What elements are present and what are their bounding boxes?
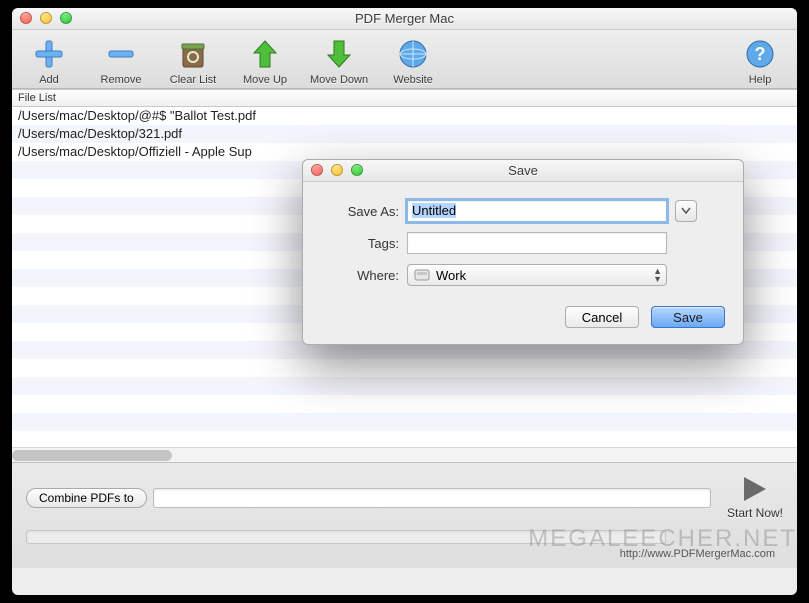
horizontal-scrollbar[interactable] [12,447,797,462]
remove-label: Remove [101,74,142,86]
list-item[interactable]: /Users/mac/Desktop/321.pdf [12,125,797,143]
minus-icon [103,36,139,72]
svg-text:?: ? [755,44,766,64]
help-icon: ? [742,36,778,72]
expand-button[interactable] [675,200,697,222]
recycle-bin-icon [175,36,211,72]
window-title: PDF Merger Mac [355,11,454,26]
help-label: Help [749,74,772,86]
dialog-title: Save [508,163,538,178]
save-as-input[interactable]: Untitled [407,200,667,222]
globe-icon [395,36,431,72]
website-button[interactable]: Website [386,36,440,86]
close-icon[interactable] [20,12,32,24]
tags-input[interactable] [407,232,667,254]
dialog-traffic-lights [311,164,363,176]
dialog-zoom-icon[interactable] [351,164,363,176]
tags-label: Tags: [321,236,399,251]
select-arrows-icon: ▲▼ [653,267,662,283]
zoom-icon[interactable] [60,12,72,24]
list-item[interactable] [12,431,797,447]
file-list-header[interactable]: File List [12,90,797,107]
output-path-input[interactable] [153,488,711,508]
move-down-label: Move Down [310,74,368,86]
toolbar: Add Remove Clear List Move Up Move Down [12,30,797,89]
clear-list-label: Clear List [170,74,216,86]
traffic-lights [20,12,72,24]
website-label: Website [393,74,433,86]
add-button[interactable]: Add [22,36,76,86]
arrow-down-icon [321,36,357,72]
move-up-button[interactable]: Move Up [238,36,292,86]
minimize-icon[interactable] [40,12,52,24]
dialog-minimize-icon[interactable] [331,164,343,176]
list-item[interactable]: /Users/mac/Desktop/@#$ "Ballot Test.pdf [12,107,797,125]
move-up-label: Move Up [243,74,287,86]
combine-pdfs-button[interactable]: Combine PDFs to [26,488,147,508]
start-now-label[interactable]: Start Now! [727,506,783,520]
watermark-text: MEGALEECHER.NET [528,525,797,553]
arrow-up-icon [247,36,283,72]
list-item[interactable] [12,377,797,395]
help-button[interactable]: ? Help [733,36,787,86]
list-item[interactable] [12,413,797,431]
save-button[interactable]: Save [651,306,725,328]
cancel-button[interactable]: Cancel [565,306,639,328]
add-label: Add [39,74,59,86]
save-as-label: Save As: [321,204,399,219]
dialog-titlebar[interactable]: Save [303,160,743,182]
play-icon[interactable] [740,475,770,506]
dialog-close-icon[interactable] [311,164,323,176]
plus-icon [31,36,67,72]
save-dialog: Save Save As: Untitled Tags: Where: Work… [302,159,744,345]
where-value: Work [436,268,466,283]
save-as-value: Untitled [412,203,456,218]
where-select[interactable]: Work ▲▼ [407,264,667,286]
where-label: Where: [321,268,399,283]
scrollbar-thumb[interactable] [12,450,172,461]
main-titlebar[interactable]: PDF Merger Mac [12,8,797,30]
list-item[interactable] [12,395,797,413]
list-item[interactable] [12,359,797,377]
chevron-down-icon [681,207,691,215]
remove-button[interactable]: Remove [94,36,148,86]
clear-list-button[interactable]: Clear List [166,36,220,86]
disk-icon [414,268,430,282]
move-down-button[interactable]: Move Down [310,36,368,86]
